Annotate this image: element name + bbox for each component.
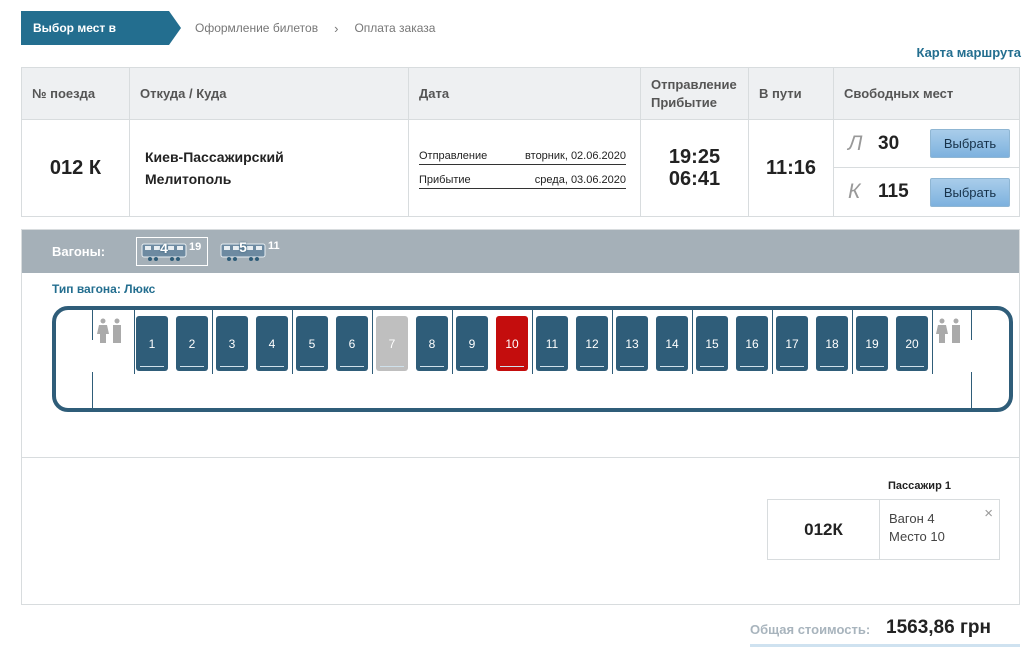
wagon-tab-4[interactable]: 4 19 xyxy=(136,237,208,266)
passenger-card: 012К Вагон 4 Место 10 × xyxy=(767,499,1000,560)
departure-date-line: Отправление вторник, 02.06.2020 xyxy=(419,147,626,165)
train-info-table: № поезда Откуда / Куда Дата Отправление … xyxy=(21,67,1020,217)
compartment-divider xyxy=(292,310,293,374)
breadcrumb-step-payment[interactable]: Оплата заказа xyxy=(354,21,435,35)
seat-9[interactable]: 9 xyxy=(456,316,488,371)
seat-10[interactable]: 10 xyxy=(496,316,528,371)
seat-11[interactable]: 11 xyxy=(536,316,568,371)
passenger-info: Вагон 4 Место 10 × xyxy=(880,500,999,559)
passenger-wagon: Вагон 4 xyxy=(889,511,935,526)
toilet-icon xyxy=(97,318,121,343)
seat-class-row-kupe: К 115 Выбрать xyxy=(834,168,1019,216)
passenger-title: Пассажир 1 xyxy=(888,480,951,492)
compartment-divider xyxy=(532,310,533,374)
total-value: 1563,86 грн xyxy=(886,617,991,638)
toilet-icon xyxy=(936,318,960,343)
seat-7: 7 xyxy=(376,316,408,371)
wagon-type-label: Тип вагона: Люкс xyxy=(52,282,156,296)
arrival-date-line: Прибытие среда, 03.06.2020 xyxy=(419,171,626,189)
compartment-divider xyxy=(134,310,135,374)
seat-8[interactable]: 8 xyxy=(416,316,448,371)
breadcrumb-step-tickets[interactable]: Оформление билетов xyxy=(195,21,318,35)
total-label: Общая стоимость: xyxy=(750,622,871,637)
seat-15[interactable]: 15 xyxy=(696,316,728,371)
arrival-date: среда, 03.06.2020 xyxy=(534,174,626,186)
wagon-free-count: 11 xyxy=(268,240,280,252)
seat-5[interactable]: 5 xyxy=(296,316,328,371)
header-from-to: Откуда / Куда xyxy=(130,68,409,119)
station-from: Киев-Пассажирский xyxy=(145,149,284,165)
class-type-kupe: К xyxy=(848,180,861,203)
seat-1[interactable]: 1 xyxy=(136,316,168,371)
route-dates: Отправление вторник, 02.06.2020 Прибытие… xyxy=(409,120,641,216)
compartment-divider xyxy=(932,310,933,374)
total-cost: Общая стоимость: 1563,86 грн xyxy=(750,614,1020,647)
car-wall xyxy=(971,310,972,340)
compartment-divider xyxy=(971,372,972,408)
header-date: Дата xyxy=(409,68,641,119)
breadcrumb-step-seat-selection[interactable]: Выбор мест в поезде xyxy=(21,11,181,69)
header-departure: Отправление xyxy=(651,76,737,92)
departure-date: вторник, 02.06.2020 xyxy=(525,150,626,162)
seat-2[interactable]: 2 xyxy=(176,316,208,371)
table-row: 012 К Киев-Пассажирский Мелитополь Отпра… xyxy=(22,120,1019,216)
choose-kupe-button[interactable]: Выбрать xyxy=(930,177,1010,207)
wagon-number: 5 xyxy=(239,239,247,255)
passenger-train: 012К xyxy=(768,500,880,559)
compartment-divider xyxy=(372,310,373,374)
compartment-divider xyxy=(612,310,613,374)
route-times: 19:25 06:41 xyxy=(641,120,749,216)
route-stations: Киев-Пассажирский Мелитополь xyxy=(130,120,409,216)
seat-14[interactable]: 14 xyxy=(656,316,688,371)
seat-class-row-lux: Л 30 Выбрать xyxy=(834,120,1019,168)
wagon-panel: Вагоны: 4 19 5 11 Тип вагона: Люкс 1 2 3… xyxy=(21,229,1020,605)
travel-time: 11:16 xyxy=(749,120,834,216)
route-map-link[interactable]: Карта маршрута xyxy=(916,45,1021,60)
free-seats: Л 30 Выбрать К 115 Выбрать xyxy=(834,120,1019,216)
compartment-divider xyxy=(772,310,773,374)
class-count-kupe: 115 xyxy=(878,181,909,202)
close-icon[interactable]: × xyxy=(984,505,993,523)
header-free-seats: Свободных мест xyxy=(844,86,954,101)
wagon-number: 4 xyxy=(160,240,168,256)
table-header: № поезда Откуда / Куда Дата Отправление … xyxy=(22,68,1019,120)
car-wall xyxy=(92,310,93,340)
header-arrival: Прибытие xyxy=(651,94,717,110)
seat-12[interactable]: 12 xyxy=(576,316,608,371)
seat-17[interactable]: 17 xyxy=(776,316,808,371)
seat-16[interactable]: 16 xyxy=(736,316,768,371)
choose-lux-button[interactable]: Выбрать xyxy=(930,129,1010,158)
arrival-label: Прибытие xyxy=(419,174,471,186)
divider xyxy=(22,457,1019,458)
train-number: 012 К xyxy=(22,120,130,216)
wagon-free-count: 19 xyxy=(189,241,202,253)
passenger-seat: Место 10 xyxy=(889,529,945,544)
class-count-lux: 30 xyxy=(878,132,900,154)
wagons-label: Вагоны: xyxy=(52,244,106,259)
class-type-lux: Л xyxy=(848,131,863,155)
departure-time: 19:25 xyxy=(668,146,721,168)
compartment-divider xyxy=(212,310,213,374)
compartment-divider xyxy=(692,310,693,374)
seat-20[interactable]: 20 xyxy=(896,316,928,371)
seat-19[interactable]: 19 xyxy=(856,316,888,371)
chevron-right-icon: › xyxy=(334,20,339,36)
seat-18[interactable]: 18 xyxy=(816,316,848,371)
header-train-number: № поезда xyxy=(22,68,130,119)
compartment-divider xyxy=(852,310,853,374)
header-departure-arrival: Отправление Прибытие xyxy=(641,68,749,119)
seat-3[interactable]: 3 xyxy=(216,316,248,371)
seat-6[interactable]: 6 xyxy=(336,316,368,371)
breadcrumb: Выбор мест в поезде Оформление билетов ›… xyxy=(21,11,435,69)
wagons-bar: Вагоны: 4 19 5 11 xyxy=(22,230,1019,273)
seat-4[interactable]: 4 xyxy=(256,316,288,371)
compartment-divider xyxy=(92,372,93,408)
wagon-tab-5[interactable]: 5 11 xyxy=(216,237,288,266)
header-travel-time: В пути xyxy=(749,68,834,119)
arrival-time: 06:41 xyxy=(668,168,721,190)
compartment-divider xyxy=(452,310,453,374)
station-to: Мелитополь xyxy=(145,171,232,187)
seat-13[interactable]: 13 xyxy=(616,316,648,371)
departure-label: Отправление xyxy=(419,150,488,162)
